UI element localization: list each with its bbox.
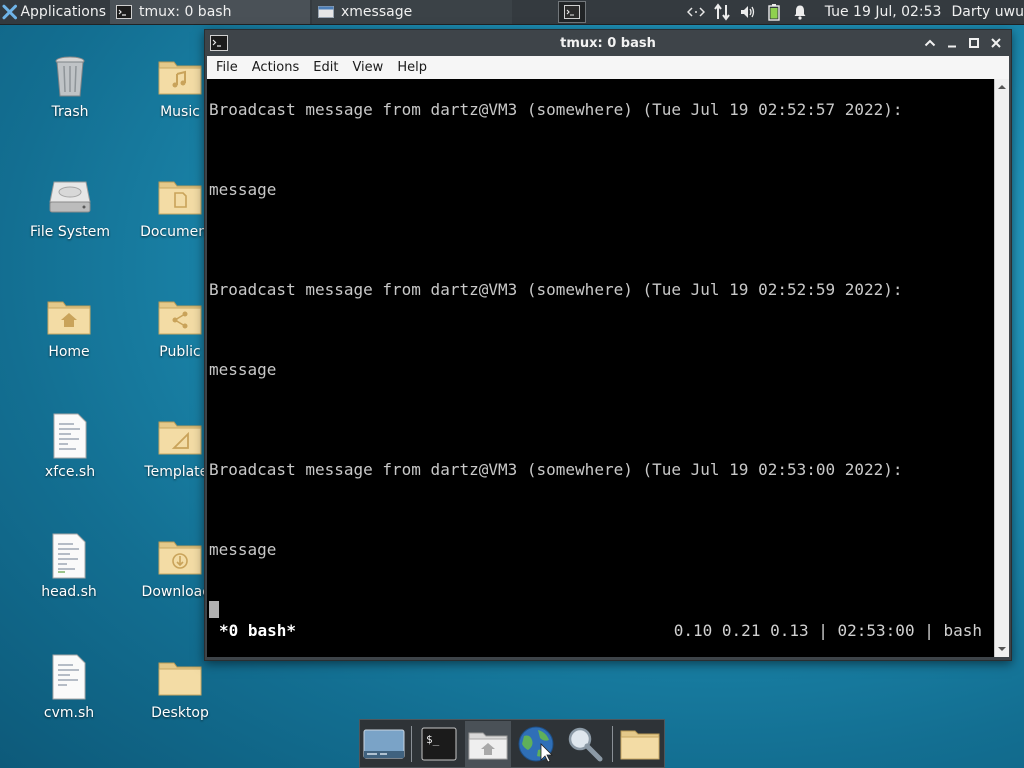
dock-separator: [411, 725, 413, 762]
downloads-folder-icon: [158, 541, 202, 575]
volume-icon[interactable]: [739, 3, 757, 21]
templates-folder-icon: [158, 421, 202, 455]
bottom-dock: $_: [359, 719, 665, 768]
web-browser-launcher[interactable]: [513, 721, 559, 767]
hard-drive-icon: [49, 181, 91, 213]
search-icon: [568, 727, 603, 761]
terminal-launcher[interactable]: $_: [416, 721, 462, 767]
desktop-icon-label: head.sh: [41, 584, 97, 600]
show-desktop-icon: [363, 729, 405, 758]
close-icon: [991, 38, 1001, 48]
dock-separator: [611, 725, 613, 762]
documents-folder-icon: [158, 181, 202, 215]
terminal-icon: [116, 5, 132, 19]
terminal-line: message: [209, 540, 277, 559]
xfce-logo-icon: [2, 4, 17, 20]
menu-bar: File Actions Edit View Help: [207, 56, 1009, 79]
file-manager-launcher[interactable]: [617, 721, 663, 767]
applications-label: Applications: [20, 4, 106, 20]
music-folder-icon: [158, 61, 202, 95]
desktop-icon-trash[interactable]: Trash: [15, 52, 125, 120]
show-desktop-button[interactable]: [361, 721, 407, 767]
menu-actions[interactable]: Actions: [245, 60, 307, 75]
desktop-icon-label: Trash: [51, 104, 89, 120]
taskbar-item-label: tmux: 0 bash: [139, 4, 232, 20]
desktop-icon-desktop[interactable]: Desktop: [125, 653, 235, 721]
search-launcher[interactable]: [561, 721, 607, 767]
desktop-icon-label: Desktop: [151, 705, 209, 721]
window-title: tmux: 0 bash: [560, 35, 656, 51]
share-folder-icon: [158, 301, 202, 335]
close-button[interactable]: [985, 34, 1007, 52]
desktop-icon-file-system[interactable]: File System: [15, 172, 125, 240]
taskbar-item-label: xmessage: [341, 4, 413, 20]
home-folder-icon: [47, 301, 91, 335]
panel-clock[interactable]: Tue 19 Jul, 02:53: [825, 4, 942, 20]
file-manager-icon: [620, 730, 660, 759]
shade-button[interactable]: [919, 34, 941, 52]
battery-icon[interactable]: [765, 3, 783, 21]
script-file-icon: [53, 413, 87, 459]
code-icon[interactable]: [686, 3, 705, 21]
minimize-button[interactable]: [941, 34, 963, 52]
terminal-icon: [564, 5, 580, 19]
desktop-icon-label: File System: [29, 224, 111, 240]
terminal-line: message: [209, 180, 277, 199]
svg-text:$_: $_: [426, 733, 440, 746]
scroll-down-icon[interactable]: [997, 644, 1007, 654]
home-folder-icon: [468, 732, 508, 759]
workspace-switcher[interactable]: [558, 1, 586, 23]
desktop-icon-home[interactable]: Home: [14, 292, 124, 360]
desktop-icon-xfce-sh[interactable]: xfce.sh: [15, 412, 125, 480]
minimize-icon: [948, 45, 956, 48]
terminal-line: message: [209, 360, 277, 379]
menu-file[interactable]: File: [207, 60, 245, 75]
menu-edit[interactable]: Edit: [306, 60, 345, 75]
desktop-icon-label: xfce.sh: [44, 464, 96, 480]
desktop-icon-cvm-sh[interactable]: cvm.sh: [14, 653, 124, 721]
scroll-up-icon[interactable]: [997, 82, 1007, 92]
user-menu[interactable]: Darty uwu: [951, 4, 1024, 20]
network-icon[interactable]: [713, 3, 731, 21]
terminal-line: Broadcast message from dartz@VM3 (somewh…: [209, 100, 903, 119]
terminal-window: tmux: 0 bash File Actions Edit View Help…: [204, 29, 1012, 661]
maximize-button[interactable]: [963, 34, 985, 52]
applications-menu[interactable]: Applications: [0, 0, 106, 24]
menu-view[interactable]: View: [345, 60, 390, 75]
desktop-icon-label: cvm.sh: [43, 705, 95, 721]
desktop-icon-head-sh[interactable]: head.sh: [14, 532, 124, 600]
tmux-status-right: 0.10 0.21 0.13 | 02:53:00 | bash: [673, 621, 982, 640]
chevron-up-icon: [924, 39, 936, 47]
terminal-output[interactable]: Broadcast message from dartz@VM3 (somewh…: [207, 79, 994, 657]
home-folder-launcher[interactable]: [464, 720, 511, 767]
terminal-icon: $_: [421, 727, 457, 760]
terminal-icon[interactable]: [209, 33, 229, 53]
window-titlebar[interactable]: tmux: 0 bash: [205, 30, 1011, 56]
terminal-scrollbar[interactable]: [994, 79, 1009, 657]
notification-bell-icon[interactable]: [791, 3, 809, 21]
terminal-cursor: [209, 601, 219, 618]
folder-icon: [158, 662, 202, 696]
trash-icon: [55, 56, 85, 97]
maximize-icon: [969, 38, 979, 48]
desktop-icon-label: Home: [48, 344, 90, 360]
taskbar-item-xmessage[interactable]: xmessage: [312, 0, 512, 24]
top-panel: Applications tmux: 0 bash xmessage Tue 1…: [0, 0, 1024, 25]
menu-help[interactable]: Help: [390, 60, 434, 75]
terminal-line: Broadcast message from dartz@VM3 (somewh…: [209, 280, 903, 299]
taskbar-item-tmux[interactable]: tmux: 0 bash: [110, 0, 310, 24]
terminal-line: Broadcast message from dartz@VM3 (somewh…: [209, 460, 903, 479]
script-file-icon: [52, 654, 86, 700]
window-icon: [318, 6, 334, 18]
tmux-window-list[interactable]: *0 bash*: [219, 621, 296, 640]
web-browser-icon: [518, 726, 554, 763]
script-file-icon: [52, 533, 86, 579]
